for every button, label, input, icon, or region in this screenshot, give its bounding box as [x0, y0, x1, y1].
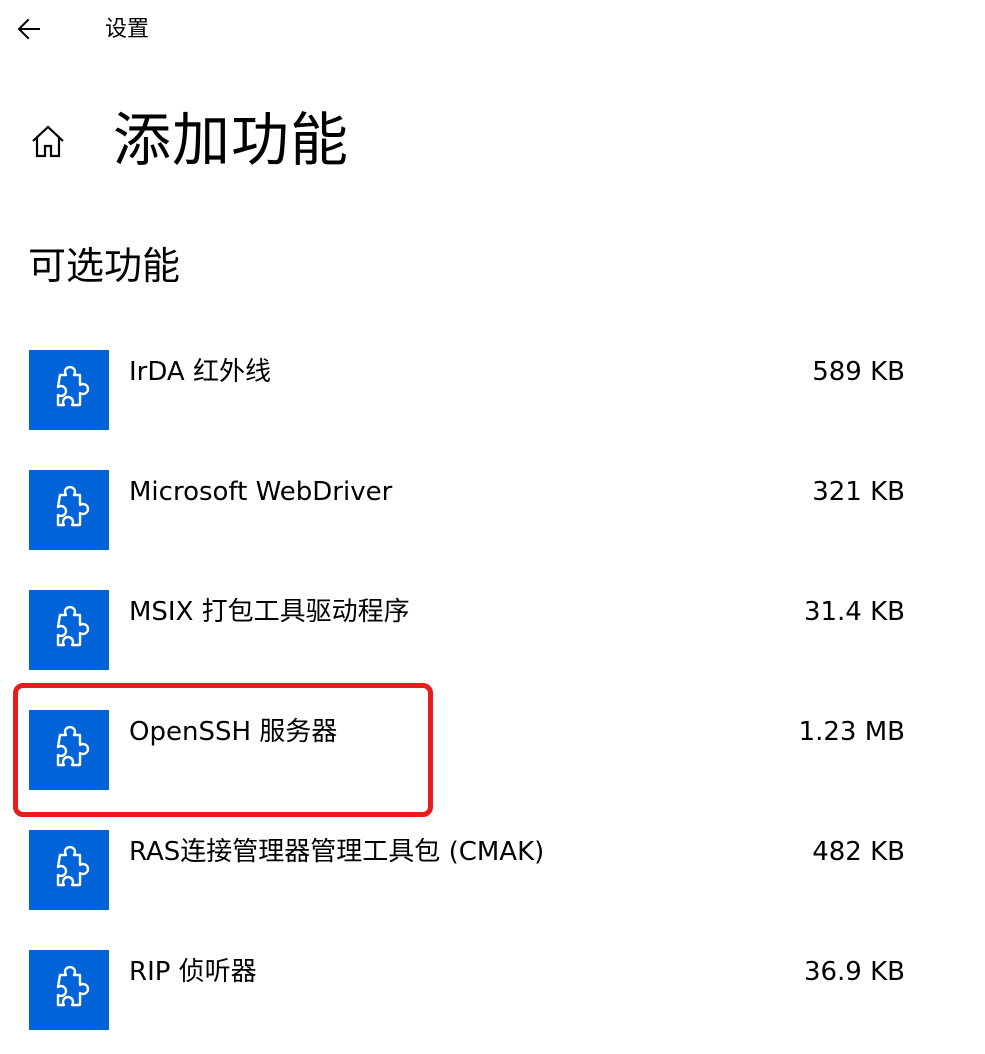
- feature-item-ras-cmak[interactable]: RAS连接管理器管理工具包 (CMAK) 482 KB: [29, 830, 909, 910]
- feature-name: RAS连接管理器管理工具包 (CMAK): [129, 837, 545, 867]
- title-bar: 设置: [0, 0, 985, 60]
- feature-tile: [29, 350, 109, 430]
- page-title: 添加功能: [113, 106, 350, 174]
- puzzle-icon: [56, 486, 90, 527]
- feature-item-webdriver[interactable]: Microsoft WebDriver 321 KB: [29, 470, 909, 550]
- feature-size: 589 KB: [812, 357, 905, 387]
- feature-name: RIP 侦听器: [129, 957, 257, 987]
- feature-tile: [29, 830, 109, 910]
- feature-item-rip-listener[interactable]: RIP 侦听器 36.9 KB: [29, 950, 909, 1030]
- feature-size: 482 KB: [812, 837, 905, 867]
- feature-name: MSIX 打包工具驱动程序: [129, 597, 410, 627]
- feature-name: OpenSSH 服务器: [129, 717, 338, 747]
- puzzle-icon: [56, 966, 90, 1007]
- feature-item-irda[interactable]: IrDA 红外线 589 KB: [29, 350, 909, 430]
- puzzle-icon: [56, 366, 90, 407]
- feature-item-openssh-server[interactable]: OpenSSH 服务器 1.23 MB: [29, 710, 909, 790]
- section-title: 可选功能: [28, 244, 181, 288]
- puzzle-icon: [56, 726, 90, 767]
- feature-size: 321 KB: [812, 477, 905, 507]
- feature-name: Microsoft WebDriver: [129, 477, 393, 507]
- feature-tile: [29, 590, 109, 670]
- puzzle-icon: [56, 606, 90, 647]
- back-button[interactable]: [12, 12, 46, 46]
- feature-item-msix[interactable]: MSIX 打包工具驱动程序 31.4 KB: [29, 590, 909, 670]
- feature-size: 1.23 MB: [798, 717, 905, 747]
- feature-name: IrDA 红外线: [129, 357, 271, 387]
- arrow-left-icon: [17, 18, 40, 40]
- app-title: 设置: [105, 17, 150, 42]
- home-icon: [32, 125, 64, 158]
- feature-tile: [29, 470, 109, 550]
- puzzle-icon: [56, 846, 90, 887]
- feature-tile: [29, 710, 109, 790]
- home-button[interactable]: [26, 120, 70, 164]
- feature-size: 31.4 KB: [803, 597, 905, 627]
- feature-size: 36.9 KB: [803, 957, 905, 987]
- feature-tile: [29, 950, 109, 1030]
